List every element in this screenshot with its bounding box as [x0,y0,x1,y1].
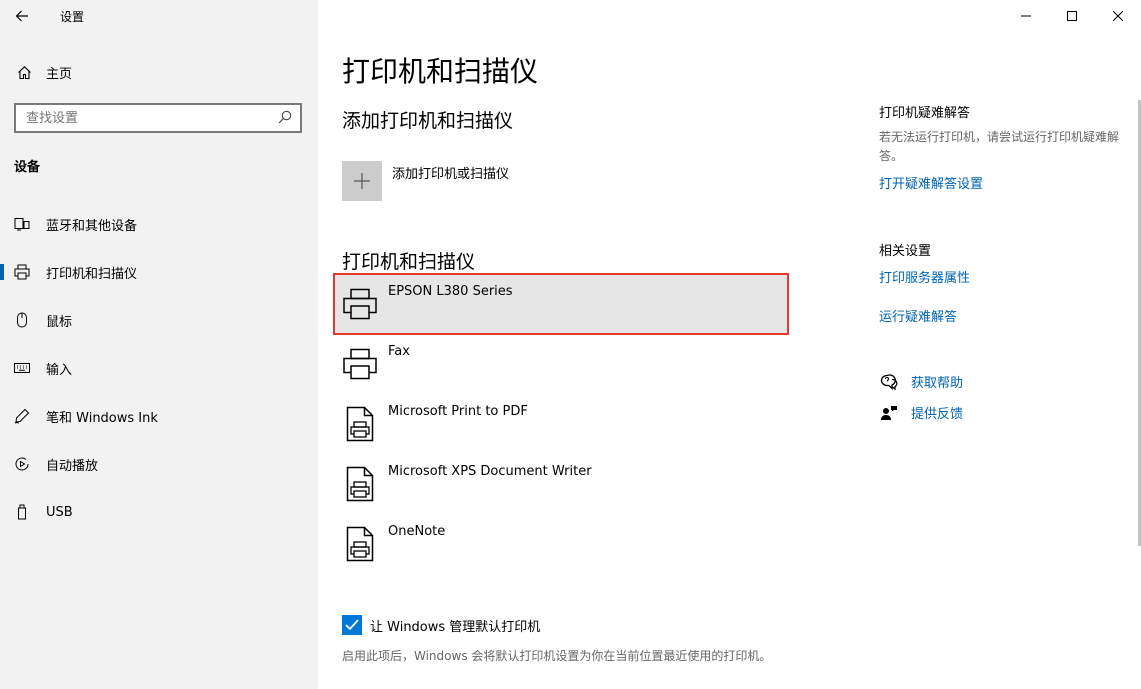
printer-icon [342,284,378,324]
sidebar-item-label: 输入 [46,362,73,378]
printer-item-fax[interactable]: Fax [334,334,788,394]
get-help-label: 获取帮助 [911,376,964,391]
print-server-properties-link[interactable]: 打印服务器属性 [879,267,970,286]
printer-icon [14,264,30,280]
give-feedback-link[interactable]: 提供反馈 [879,403,963,422]
sidebar-item-label: 鼠标 [46,314,73,330]
sidebar-item-usb[interactable]: USB [0,488,318,536]
sidebar-item-label: USB [46,504,73,520]
chat-help-icon [879,373,899,391]
home-label: 主页 [46,66,73,82]
sidebar-nav: 蓝牙和其他设备 打印机和扫描仪 鼠标 输入 笔和 Windows Ink 自动播… [0,200,318,536]
settings-window: 设置 主页 设备 [0,0,1141,689]
feedback-icon [879,404,899,422]
search-box[interactable] [14,103,302,133]
sidebar-item-label: 蓝牙和其他设备 [46,218,138,234]
mouse-icon [14,312,30,328]
checkmark-icon [345,619,359,631]
printer-name: Microsoft XPS Document Writer [388,464,592,479]
related-settings-heading: 相关设置 [879,244,932,259]
printer-name: Fax [388,344,410,359]
pen-icon [14,408,30,424]
back-button[interactable] [0,0,44,32]
sidebar-item-printers[interactable]: 打印机和扫描仪 [0,248,318,296]
autoplay-icon [14,456,30,472]
sidebar-item-autoplay[interactable]: 自动播放 [0,440,318,488]
page-title: 打印机和扫描仪 [342,55,539,88]
manage-default-description: 启用此项后，Windows 会将默认打印机设置为你在当前位置最近使用的打印机。 [342,649,772,663]
printer-list: EPSON L380 Series Fax Microsoft Print to… [333,273,789,574]
plus-icon [354,173,370,189]
document-printer-icon [342,464,378,504]
printer-item-epson[interactable]: EPSON L380 Series [333,273,789,335]
add-printer-button[interactable]: 添加打印机或扫描仪 [342,161,509,201]
sidebar: 设置 主页 设备 [0,0,318,689]
title-bar: 设置 [0,0,318,32]
run-troubleshooter-link[interactable]: 运行疑难解答 [879,306,957,325]
sidebar-item-bluetooth[interactable]: 蓝牙和其他设备 [0,200,318,248]
search-input[interactable] [26,110,266,126]
add-section-heading: 添加打印机和扫描仪 [342,110,514,132]
main-content: 打印机和扫描仪 添加打印机和扫描仪 添加打印机或扫描仪 打印机和扫描仪 EPSO… [318,0,1138,689]
troubleshoot-text: 若无法运行打印机，请尝试运行打印机疑难解答。 [879,130,1120,163]
printer-icon [342,344,378,384]
keyboard-icon [14,360,30,376]
sidebar-item-typing[interactable]: 输入 [0,344,318,392]
manage-default-row: 让 Windows 管理默认打印机 [342,615,540,635]
add-tile [342,161,382,201]
get-help-link[interactable]: 获取帮助 [879,372,963,391]
give-feedback-label: 提供反馈 [911,407,964,422]
home-icon [16,64,32,80]
bluetooth-devices-icon [14,216,30,232]
printers-section-heading: 打印机和扫描仪 [342,251,476,273]
app-title: 设置 [60,9,85,24]
document-printer-icon [342,524,378,564]
printer-name: EPSON L380 Series [388,284,513,299]
sidebar-item-label: 笔和 Windows Ink [46,410,158,426]
printer-item-xps[interactable]: Microsoft XPS Document Writer [334,454,788,514]
printer-name: Microsoft Print to PDF [388,404,528,419]
printer-item-onenote[interactable]: OneNote [334,514,788,574]
search-icon[interactable] [278,109,292,128]
manage-default-checkbox[interactable] [342,615,362,635]
printer-item-pdf[interactable]: Microsoft Print to PDF [334,394,788,454]
section-label-devices: 设备 [14,160,41,175]
usb-icon [14,504,30,520]
manage-default-label: 让 Windows 管理默认打印机 [370,619,541,635]
printer-name: OneNote [388,524,446,539]
sidebar-item-label: 自动播放 [46,458,99,474]
back-arrow-icon [15,10,28,22]
sidebar-item-label: 打印机和扫描仪 [46,266,138,282]
add-printer-label: 添加打印机或扫描仪 [392,167,510,182]
sidebar-item-pen[interactable]: 笔和 Windows Ink [0,392,318,440]
sidebar-home[interactable]: 主页 [0,56,318,88]
open-troubleshoot-link[interactable]: 打开疑难解答设置 [879,173,983,192]
troubleshoot-heading: 打印机疑难解答 [879,106,971,121]
sidebar-item-mouse[interactable]: 鼠标 [0,296,318,344]
document-printer-icon [342,404,378,444]
